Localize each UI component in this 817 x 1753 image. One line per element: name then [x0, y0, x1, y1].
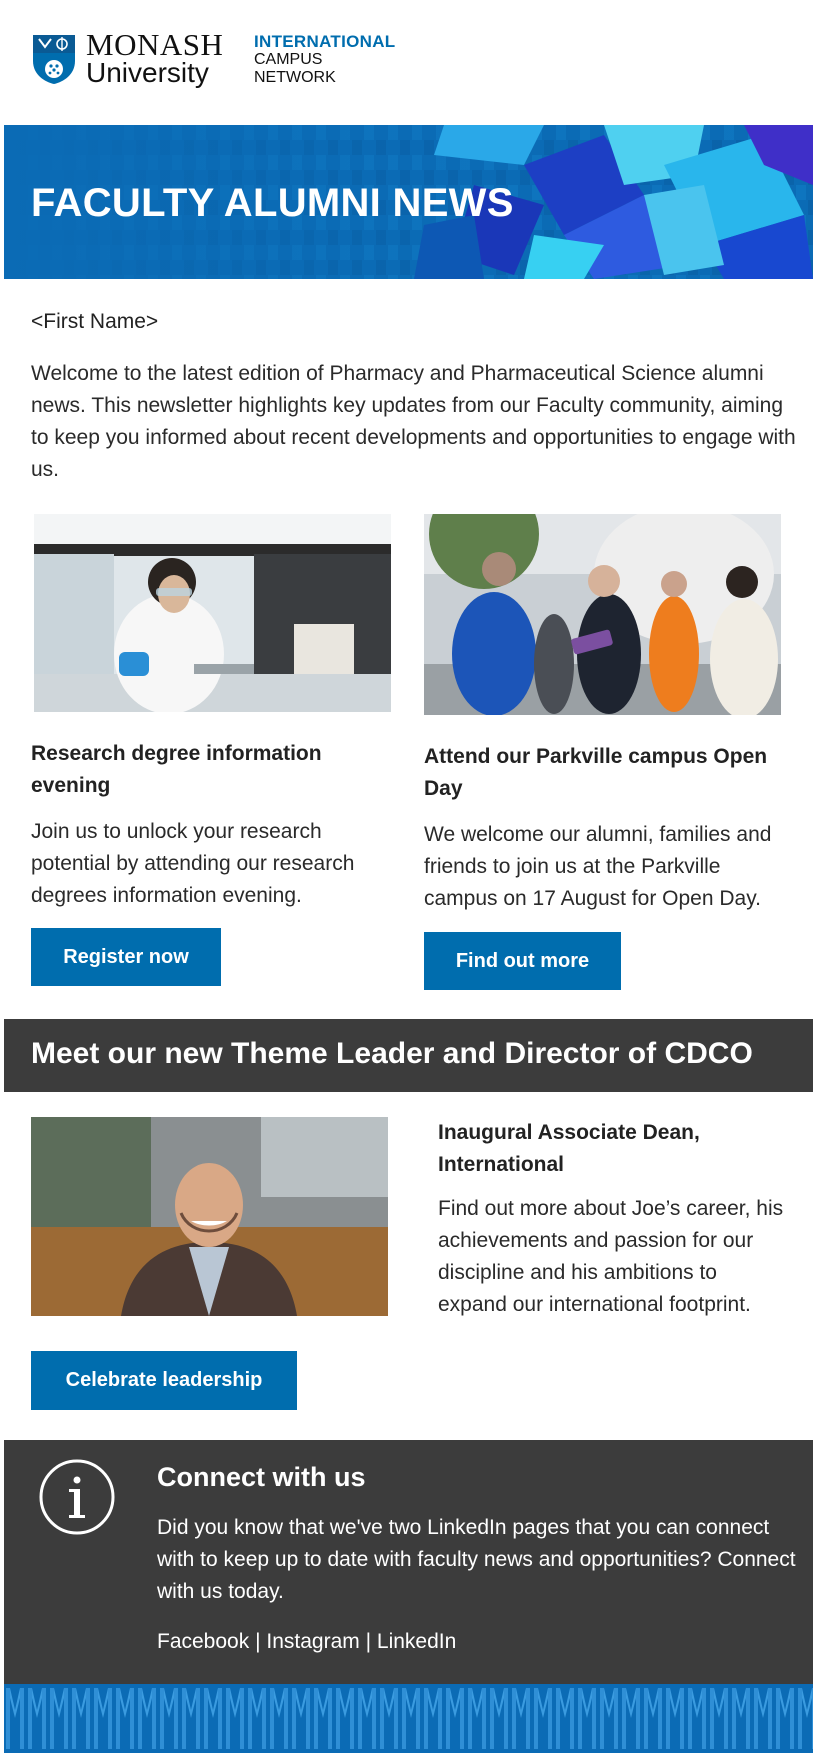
register-now-button[interactable]: Register now [31, 928, 221, 986]
social-links: Facebook | Instagram | LinkedIn [157, 1630, 456, 1654]
leader-section-title: Meet our new Theme Leader and Director o… [31, 1037, 753, 1070]
social-separator: | [365, 1630, 377, 1653]
logo-university-text: University [86, 57, 209, 88]
social-separator: | [255, 1630, 267, 1653]
monash-shield-icon [33, 35, 75, 84]
connect-title: Connect with us [157, 1462, 366, 1492]
leader-portrait-photo [31, 1117, 388, 1316]
info-icon [39, 1459, 115, 1535]
connect-panel: Connect with us Did you know that we've … [4, 1440, 813, 1684]
footer-pattern-graphic [4, 1684, 813, 1753]
card-research-title: Research degree information evening [31, 742, 322, 797]
card-research-body: Join us to unlock your research potentia… [31, 820, 355, 907]
celebrate-leadership-button[interactable]: Celebrate leadership [31, 1351, 297, 1410]
hero-banner: FACULTY ALUMNI NEWS [4, 125, 813, 279]
network-label-campus: CAMPUS [254, 51, 323, 68]
logo-header: MONASH University INTERNATIONAL CAMPUS N… [4, 0, 813, 125]
leader-body: Find out more about Joe’s career, his ac… [438, 1197, 784, 1316]
card-openday-title: Attend our Parkville campus Open Day [424, 745, 768, 800]
network-label-international: INTERNATIONAL [254, 32, 396, 51]
card-openday-body: We welcome our alumni, families and frie… [424, 823, 772, 910]
logo-monash-text: MONASH [86, 27, 224, 62]
leader-section-header: Meet our new Theme Leader and Director o… [4, 1019, 813, 1092]
open-day-photo [424, 514, 781, 715]
greeting-text: <First Name> [31, 310, 159, 333]
leader-title: Inaugural Associate Dean, International [438, 1121, 700, 1176]
intro-paragraph: Welcome to the latest edition of Pharmac… [31, 362, 796, 481]
footer-m-pattern [4, 1684, 813, 1753]
instagram-link[interactable]: Instagram [266, 1630, 359, 1653]
banner-title: FACULTY ALUMNI NEWS [31, 181, 514, 225]
facebook-link[interactable]: Facebook [157, 1630, 249, 1653]
email-viewport: MONASH University INTERNATIONAL CAMPUS N… [0, 0, 817, 1753]
linkedin-link[interactable]: LinkedIn [377, 1630, 456, 1653]
network-label-network: NETWORK [254, 69, 336, 86]
find-out-more-button[interactable]: Find out more [424, 932, 621, 990]
newsletter-email: MONASH University INTERNATIONAL CAMPUS N… [4, 0, 813, 1753]
connect-body: Did you know that we've two LinkedIn pag… [157, 1516, 796, 1603]
research-lab-photo [34, 514, 391, 712]
